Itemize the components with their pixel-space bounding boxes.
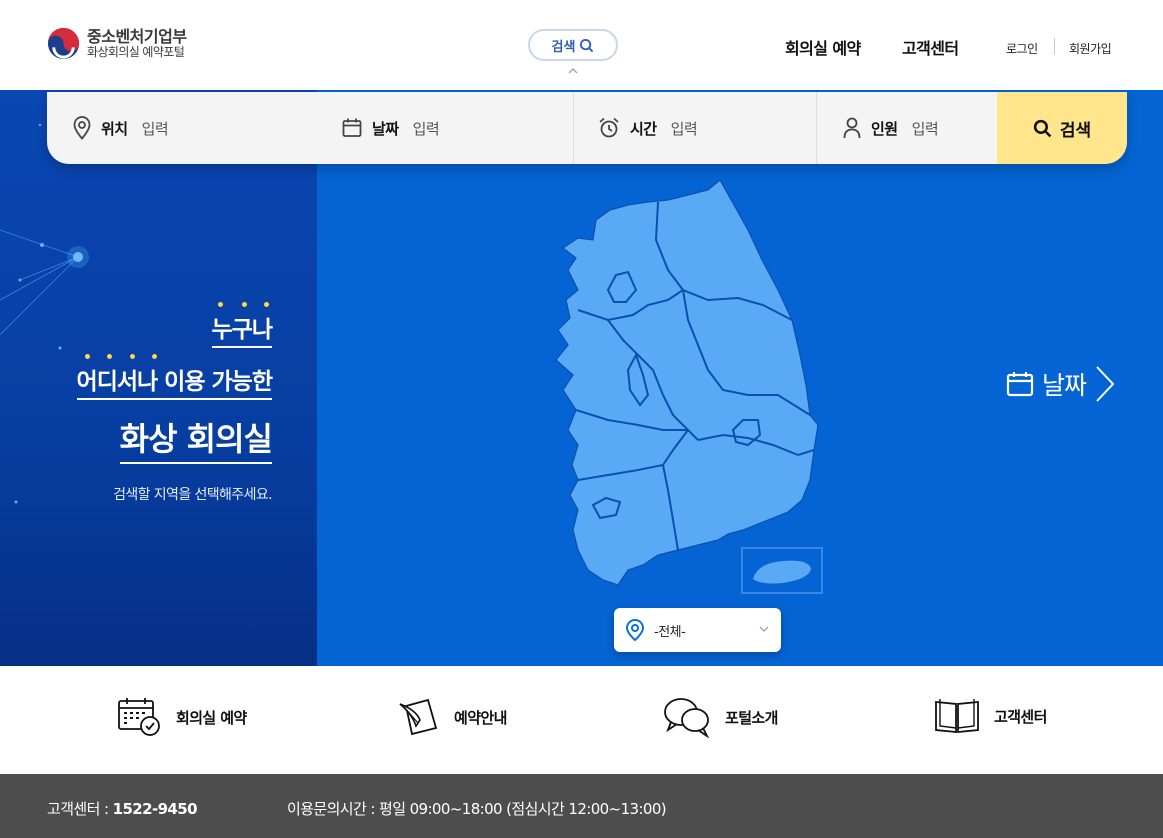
quick-link-guide[interactable]: 예약안내 (398, 696, 507, 738)
map-mainland[interactable] (555, 180, 819, 586)
chat-bubbles-icon (664, 698, 710, 738)
location-label: 위치 (101, 119, 128, 138)
jeju-region[interactable] (741, 547, 823, 594)
search-bar: 위치 입력 날짜 입력 시간 입력 인원 입력 검색 (47, 92, 1127, 164)
footer: 고객센터 : 1522-9450 이용문의시간 : 평일 09:00~18:00… (0, 774, 1163, 838)
people-value: 입력 (911, 119, 939, 138)
chevron-right-icon (1096, 366, 1115, 402)
open-book-icon (935, 699, 979, 733)
nav-room-reservation[interactable]: 회의실 예약 (785, 35, 861, 59)
footer-cs-label: 고객센터 : (47, 800, 109, 818)
people-label: 인원 (871, 119, 898, 138)
quick-link-reservation-label: 회의실 예약 (176, 708, 247, 727)
hero-line-2: 어디서나 이용 가능한 (76, 354, 273, 400)
search-toggle-label: 검색 (551, 39, 576, 55)
time-value: 입력 (670, 119, 698, 138)
location-value: 입력 (141, 119, 169, 138)
footer-customer-center: 고객센터 : 1522-9450 (47, 798, 198, 819)
taegeuk-logo-icon (47, 27, 80, 60)
map-jeju[interactable] (743, 549, 821, 592)
date-value: 입력 (412, 119, 440, 138)
calendar-icon (1006, 372, 1034, 397)
search-icon (580, 38, 594, 52)
chevron-up-icon[interactable] (566, 66, 580, 76)
nav-customer-center[interactable]: 고객센터 (902, 35, 959, 59)
hero-description: 검색할 지역을 선택해주세요. (113, 487, 273, 503)
footer-hours: 이용문의시간 : 평일 09:00~18:00 (점심시간 12:00~13:0… (287, 798, 667, 819)
hero-line-3: 화상 회의실 (119, 414, 273, 464)
search-toggle-button[interactable]: 검색 (528, 29, 618, 61)
location-pin-icon (626, 619, 644, 641)
search-button[interactable]: 검색 (997, 92, 1127, 164)
quick-link-reservation[interactable]: 회의실 예약 (117, 696, 247, 738)
calendar-icon (342, 118, 362, 137)
location-pin-icon (73, 116, 91, 140)
logo-title: 중소벤처기업부 (87, 26, 187, 46)
next-step-date[interactable]: 날짜 (1006, 365, 1116, 403)
search-field-location[interactable]: 위치 입력 (73, 92, 169, 164)
quick-link-customer-center[interactable]: 고객센터 (934, 696, 1047, 736)
quick-link-portal-intro[interactable]: 포털소개 (663, 696, 778, 738)
search-field-people[interactable]: 인원 입력 (843, 92, 939, 164)
hero-line-1: 누구나 (211, 302, 273, 348)
signup-link[interactable]: 회원가입 (1069, 40, 1112, 57)
footer-hours-label: 이용문의시간 : (287, 800, 375, 818)
field-divider (573, 92, 574, 164)
person-icon (843, 117, 861, 139)
alarm-clock-icon (599, 117, 619, 138)
quick-link-portal-intro-label: 포털소개 (725, 708, 778, 727)
hero-left-panel: 누구나 어디서나 이용 가능한 화상 회의실 검색할 지역을 선택해주세요. (0, 90, 317, 666)
time-label: 시간 (630, 119, 657, 138)
hero-line-1-text: 누구나 (211, 317, 273, 343)
footer-cs-phone: 1522-9450 (112, 800, 198, 818)
note-pen-icon (399, 698, 438, 736)
search-icon (1033, 119, 1052, 137)
korea-region-map[interactable] (548, 180, 828, 590)
login-link[interactable]: 로그인 (1006, 40, 1038, 57)
header: 중소벤처기업부 화상회의실 예약포털 검색 회의실 예약 고객센터 로그인 회원… (0, 0, 1163, 90)
hero-section: 누구나 어디서나 이용 가능한 화상 회의실 검색할 지역을 선택해주세요. 날… (0, 90, 1163, 666)
search-button-label: 검색 (1059, 120, 1092, 141)
quick-link-customer-center-label: 고객센터 (994, 707, 1047, 726)
hero-line-2-text: 어디서나 이용 가능한 (76, 369, 273, 395)
date-label: 날짜 (372, 119, 399, 138)
field-divider (816, 92, 817, 164)
chevron-down-icon (759, 626, 769, 632)
next-step-label: 날짜 (1042, 371, 1087, 400)
quick-link-guide-label: 예약안내 (454, 708, 507, 727)
quick-links: 회의실 예약 예약안내 포털소개 고객센터 (0, 666, 1163, 774)
nav-divider (1054, 38, 1055, 55)
logo-subtitle: 화상회의실 예약포털 (87, 44, 185, 59)
calendar-check-icon (118, 698, 160, 736)
search-field-time[interactable]: 시간 입력 (598, 92, 698, 164)
footer-hours-value: 평일 09:00~18:00 (점심시간 12:00~13:00) (379, 800, 667, 818)
site-logo[interactable]: 중소벤처기업부 화상회의실 예약포털 (46, 26, 187, 61)
search-field-date[interactable]: 날짜 입력 (342, 92, 440, 164)
region-select[interactable]: -전체- (614, 608, 781, 652)
region-select-value: -전체- (654, 624, 686, 640)
